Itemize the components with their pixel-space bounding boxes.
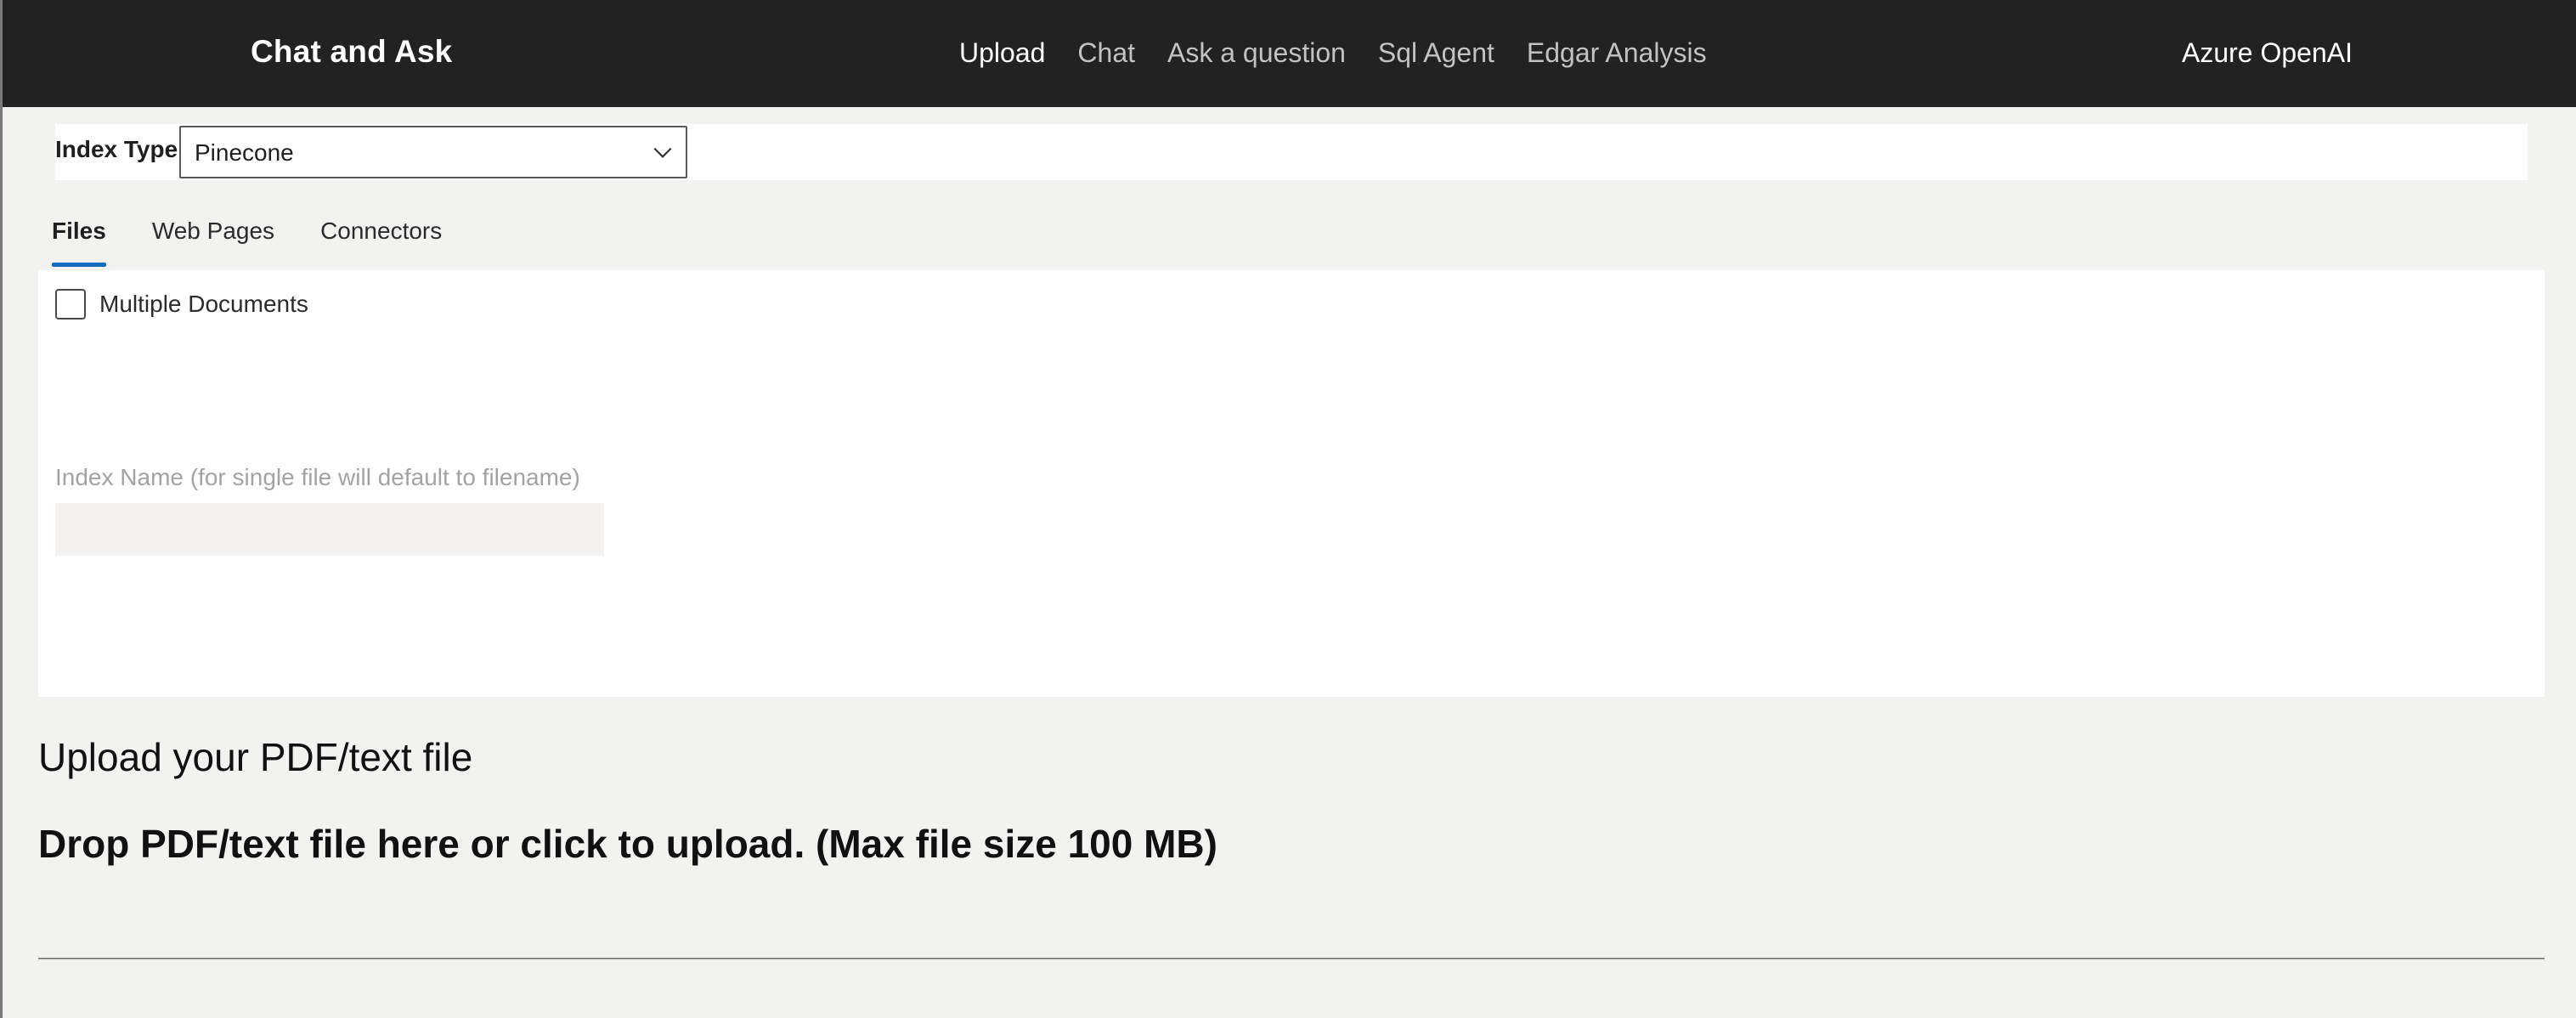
files-panel: Multiple Documents Index Name (for singl… bbox=[38, 270, 2545, 697]
nav-edgar-analysis[interactable]: Edgar Analysis bbox=[1527, 37, 1707, 69]
upload-tabs: Files Web Pages Connectors bbox=[52, 218, 442, 267]
upload-heading: Upload your PDF/text file bbox=[38, 735, 473, 779]
file-drop-zone[interactable]: Drop PDF/text file here or click to uplo… bbox=[38, 821, 1217, 867]
multiple-documents-checkbox[interactable] bbox=[55, 289, 86, 320]
index-type-label: Index Type bbox=[55, 136, 178, 162]
main-nav: Upload Chat Ask a question Sql Agent Edg… bbox=[959, 37, 1707, 69]
nav-sql-agent[interactable]: Sql Agent bbox=[1378, 37, 1494, 69]
index-name-label: Index Name (for single file will default… bbox=[55, 464, 580, 490]
divider bbox=[38, 958, 2545, 959]
tab-web-pages[interactable]: Web Pages bbox=[152, 218, 274, 263]
nav-upload[interactable]: Upload bbox=[959, 37, 1045, 69]
index-type-selected-value: Pinecone bbox=[195, 139, 294, 166]
top-nav-bar: Chat and Ask Upload Chat Ask a question … bbox=[3, 0, 2576, 107]
index-type-bar: Index Type Pinecone bbox=[55, 124, 2528, 180]
page: Chat and Ask Upload Chat Ask a question … bbox=[0, 0, 2576, 1018]
chevron-down-icon bbox=[653, 147, 672, 158]
tab-connectors[interactable]: Connectors bbox=[320, 218, 442, 263]
tab-files[interactable]: Files bbox=[52, 218, 106, 267]
nav-ask-a-question[interactable]: Ask a question bbox=[1167, 37, 1346, 69]
provider-selector[interactable]: Azure OpenAI bbox=[2182, 37, 2353, 69]
index-type-dropdown[interactable]: Pinecone bbox=[179, 126, 687, 178]
multiple-documents-label: Multiple Documents bbox=[99, 291, 308, 317]
nav-chat[interactable]: Chat bbox=[1077, 37, 1135, 69]
index-name-input[interactable] bbox=[55, 503, 604, 556]
multiple-documents-option[interactable]: Multiple Documents bbox=[55, 289, 308, 320]
app-title[interactable]: Chat and Ask bbox=[251, 34, 452, 70]
